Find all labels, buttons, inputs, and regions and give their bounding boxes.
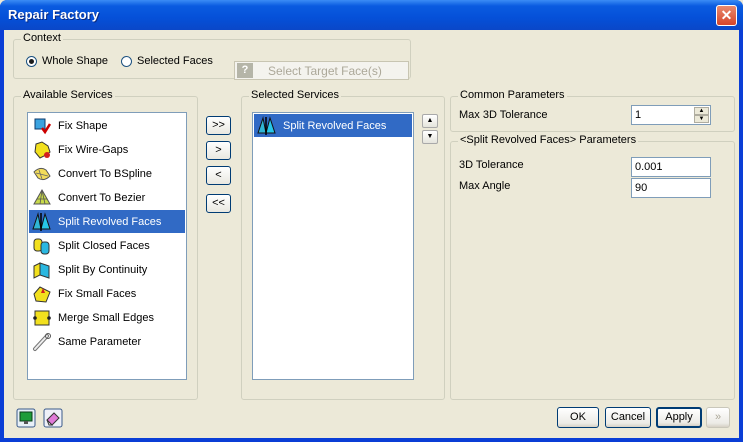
3d-tolerance-label: 3D Tolerance <box>459 159 524 171</box>
convert-bspline-icon <box>33 167 51 180</box>
list-item[interactable]: Split Revolved Faces <box>254 114 412 137</box>
list-item-label: Split Closed Faces <box>58 239 150 252</box>
apply-button[interactable]: Apply <box>656 407 702 428</box>
list-item-label: Same Parameter <box>58 335 142 348</box>
selected-faces-radio[interactable]: Selected Faces <box>121 55 213 67</box>
list-item-label: Merge Small Edges <box>58 311 154 324</box>
remove-button[interactable]: < <box>206 166 231 185</box>
selected-services-label: Selected Services <box>249 89 342 101</box>
available-services-group: Available Services Fix Shape Fix Wire-Ga… <box>13 89 198 400</box>
fix-small-faces-icon <box>33 285 51 303</box>
max-3d-tolerance-value: 1 <box>635 109 642 121</box>
merge-small-edges-icon <box>33 310 51 325</box>
available-services-label: Available Services <box>21 89 115 101</box>
help-icon: ? <box>237 63 253 78</box>
list-item-label: Split By Continuity <box>58 263 148 276</box>
same-parameter-icon <box>33 332 51 351</box>
dialog-body: Context Whole Shape Selected Faces ? Sel… <box>4 30 739 438</box>
list-item[interactable]: Split By Continuity <box>29 258 185 281</box>
max-3d-tolerance-spinbox[interactable]: 1 ▲ ▼ <box>631 105 711 125</box>
list-item[interactable]: Fix Wire-Gaps <box>29 138 185 161</box>
fix-wire-gaps-icon <box>34 140 51 159</box>
list-item[interactable]: Fix Small Faces <box>29 282 185 305</box>
context-label: Context <box>21 32 63 44</box>
list-item-label: Fix Shape <box>58 119 108 132</box>
selected-services-group: Selected Services Split Revolved Faces ▲… <box>241 89 445 400</box>
max-3d-tolerance-label: Max 3D Tolerance <box>459 109 548 121</box>
list-item[interactable]: Split Revolved Faces <box>29 210 185 233</box>
list-item-label: Split Revolved Faces <box>283 119 387 132</box>
radio-unchecked-icon <box>121 55 132 67</box>
list-item[interactable]: Split Closed Faces <box>29 234 185 257</box>
selected-services-list[interactable]: Split Revolved Faces <box>252 112 414 380</box>
common-parameters-group: Common Parameters Max 3D Tolerance 1 ▲ ▼ <box>450 89 735 132</box>
title-bar[interactable]: Repair Factory ✕ <box>0 0 743 30</box>
list-item-label: Convert To BSpline <box>58 167 152 180</box>
next-button[interactable]: » <box>706 407 730 428</box>
max-angle-label: Max Angle <box>459 180 511 192</box>
list-item[interactable]: Convert To BSpline <box>29 162 185 185</box>
list-item-label: Convert To Bezier <box>58 191 146 204</box>
list-item-label: Fix Wire-Gaps <box>58 143 129 156</box>
whole-shape-radio[interactable]: Whole Shape <box>26 55 108 67</box>
list-item[interactable]: Convert To Bezier <box>29 186 185 209</box>
ok-button[interactable]: OK <box>557 407 599 428</box>
common-parameters-label: Common Parameters <box>458 89 567 101</box>
add-button[interactable]: > <box>206 141 231 160</box>
3d-tolerance-field[interactable]: 0.001 <box>631 157 711 177</box>
fix-shape-icon <box>34 118 52 134</box>
list-item-label: Fix Small Faces <box>58 287 137 300</box>
convert-bezier-icon <box>33 188 51 204</box>
move-down-button[interactable]: ▼ <box>422 130 438 144</box>
select-target-faces-label: Select Target Face(s) <box>268 63 382 78</box>
spin-down-icon[interactable]: ▼ <box>694 115 709 123</box>
radio-checked-icon <box>26 55 37 67</box>
eraser-icon[interactable] <box>43 408 63 428</box>
list-item-label: Split Revolved Faces <box>58 215 162 228</box>
split-parameters-group: <Split Revolved Faces> Parameters 3D Tol… <box>450 134 735 400</box>
cancel-button[interactable]: Cancel <box>605 407 651 428</box>
remove-all-button[interactable]: << <box>206 194 231 213</box>
whole-shape-label: Whole Shape <box>42 55 109 67</box>
selected-faces-label: Selected Faces <box>137 55 213 67</box>
list-item[interactable]: Merge Small Edges <box>29 306 185 329</box>
split-by-continuity-icon <box>33 261 50 279</box>
split-parameters-label: <Split Revolved Faces> Parameters <box>458 134 639 146</box>
list-item[interactable]: Same Parameter <box>29 330 185 353</box>
display-icon[interactable] <box>16 408 36 428</box>
spin-up-icon[interactable]: ▲ <box>694 107 709 115</box>
max-angle-field[interactable]: 90 <box>631 178 711 198</box>
context-group: Context Whole Shape Selected Faces ? Sel… <box>13 32 411 80</box>
list-item[interactable]: Fix Shape <box>29 114 185 137</box>
select-target-faces-button[interactable]: ? Select Target Face(s) <box>234 61 409 80</box>
window-title: Repair Factory <box>8 7 100 22</box>
split-revolved-faces-icon <box>32 211 51 231</box>
add-all-button[interactable]: >> <box>206 116 231 135</box>
split-revolved-faces-icon <box>257 115 276 135</box>
move-up-button[interactable]: ▲ <box>422 114 438 128</box>
window: Repair Factory ✕ Context Whole Shape Sel… <box>0 0 743 442</box>
close-button[interactable]: ✕ <box>716 5 737 26</box>
available-services-list[interactable]: Fix Shape Fix Wire-Gaps Convert To BSpli… <box>27 112 187 380</box>
split-closed-faces-icon <box>33 238 50 254</box>
